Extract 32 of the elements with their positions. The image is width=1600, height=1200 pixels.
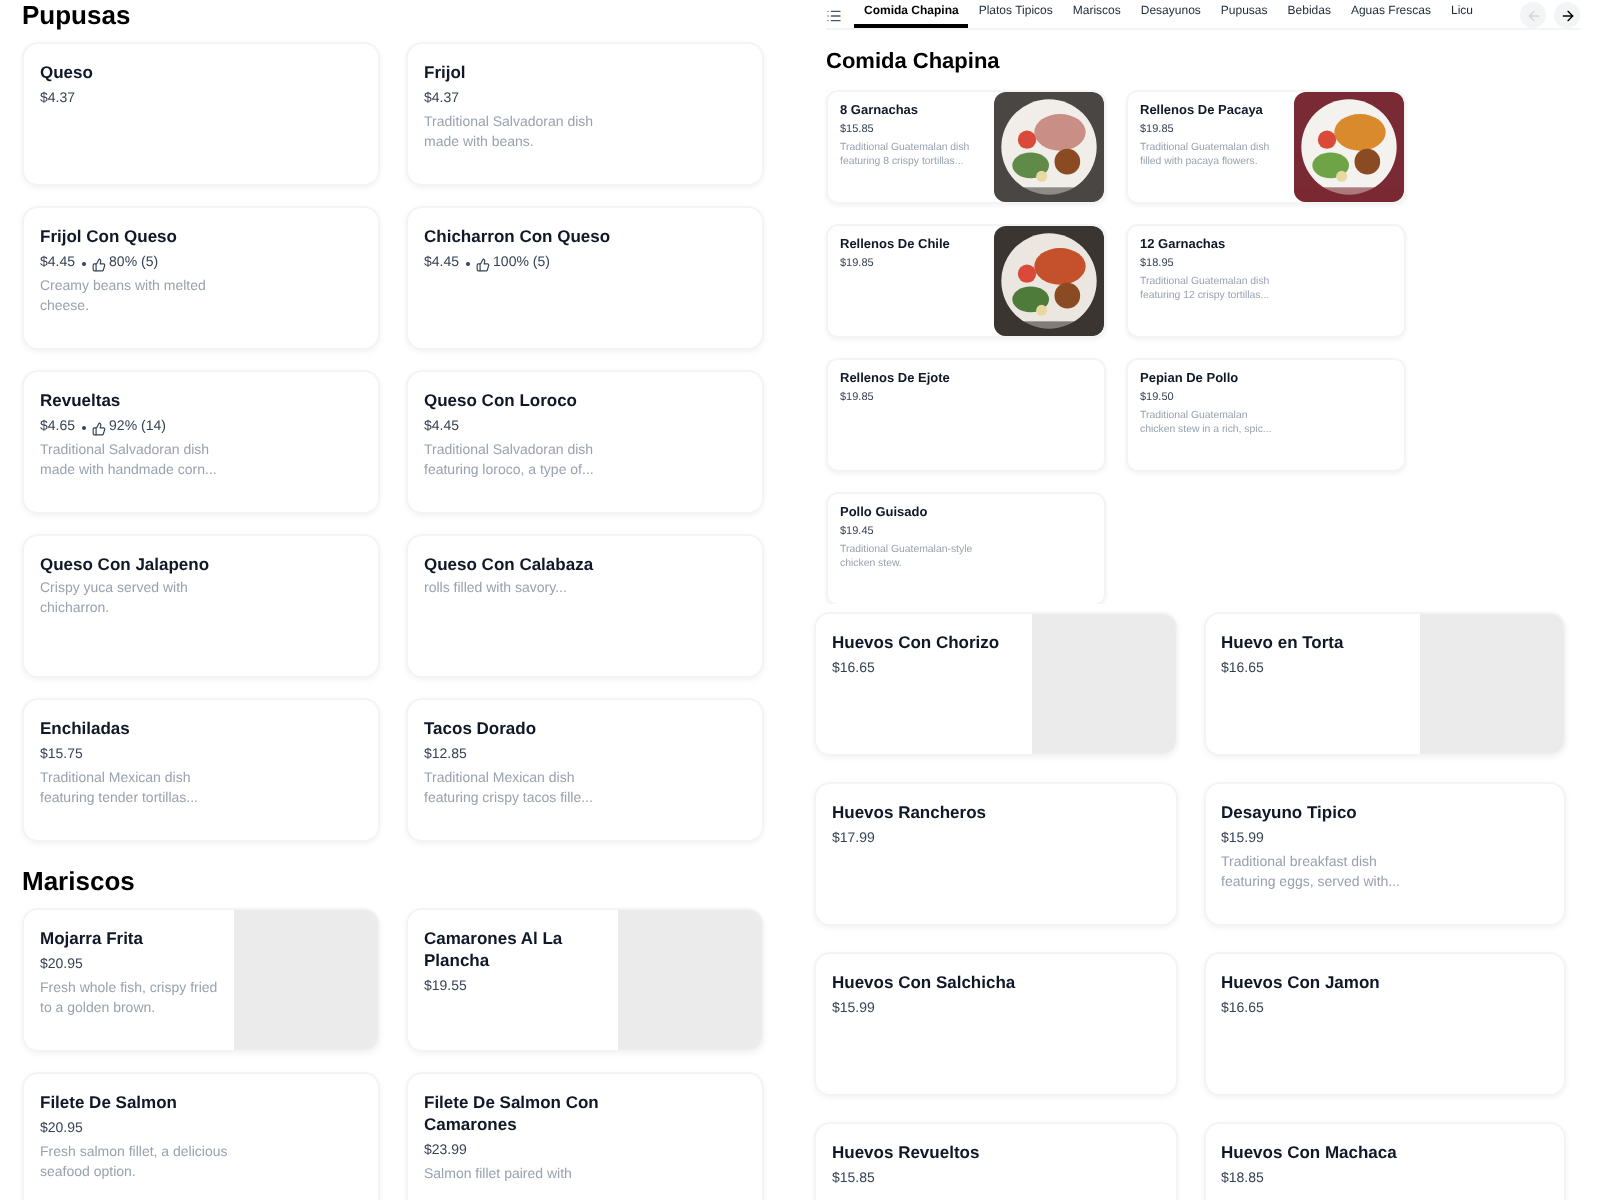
item-name: Revueltas — [40, 390, 121, 412]
item-name: Huevos Con Machaca — [1221, 1142, 1397, 1164]
item-name: Huevos Con Chorizo — [832, 632, 1000, 654]
item-name: Frijol — [424, 62, 466, 84]
arrow-left-icon — [1525, 7, 1541, 23]
list-icon[interactable] — [826, 7, 842, 23]
section-heading: Comida Chapina — [826, 50, 1000, 76]
thumbs-up-icon — [91, 257, 106, 271]
arrow-right-icon — [1559, 7, 1575, 23]
section-heading: Pupusas — [22, 0, 131, 30]
item-name: Queso Con Jalapeno — [40, 554, 210, 576]
item-name: Queso Con Calabaza — [424, 554, 594, 576]
thumbs-up-icon — [475, 257, 490, 271]
item-name: Huevos Revueltos — [832, 1142, 980, 1164]
item-name: Enchiladas — [40, 718, 130, 740]
item-name: Huevos Rancheros — [832, 802, 986, 824]
item-name: Queso — [40, 62, 93, 84]
item-name: Huevo en Torta — [1221, 632, 1344, 654]
item-name: Filete De Salmon Con Camarones — [424, 1092, 601, 1136]
item-name: Queso Con Loroco — [424, 390, 577, 412]
item-name: Desayuno Tipico — [1221, 802, 1357, 824]
item-name: Mojarra Frita — [40, 928, 143, 950]
thumbs-up-icon — [91, 421, 106, 435]
section-heading: Mariscos — [22, 866, 135, 896]
item-name: Filete De Salmon — [40, 1092, 177, 1114]
item-name: Camarones Al La Plancha — [424, 928, 565, 972]
item-name: Tacos Dorado — [424, 718, 537, 740]
item-name: Huevos Con Jamon — [1221, 972, 1380, 994]
item-name: Chicharron Con Queso — [424, 226, 611, 248]
item-name: Huevos Con Salchicha — [832, 972, 1016, 994]
item-name: Frijol Con Queso — [40, 226, 177, 248]
scroll-right-button[interactable] — [1554, 2, 1580, 28]
